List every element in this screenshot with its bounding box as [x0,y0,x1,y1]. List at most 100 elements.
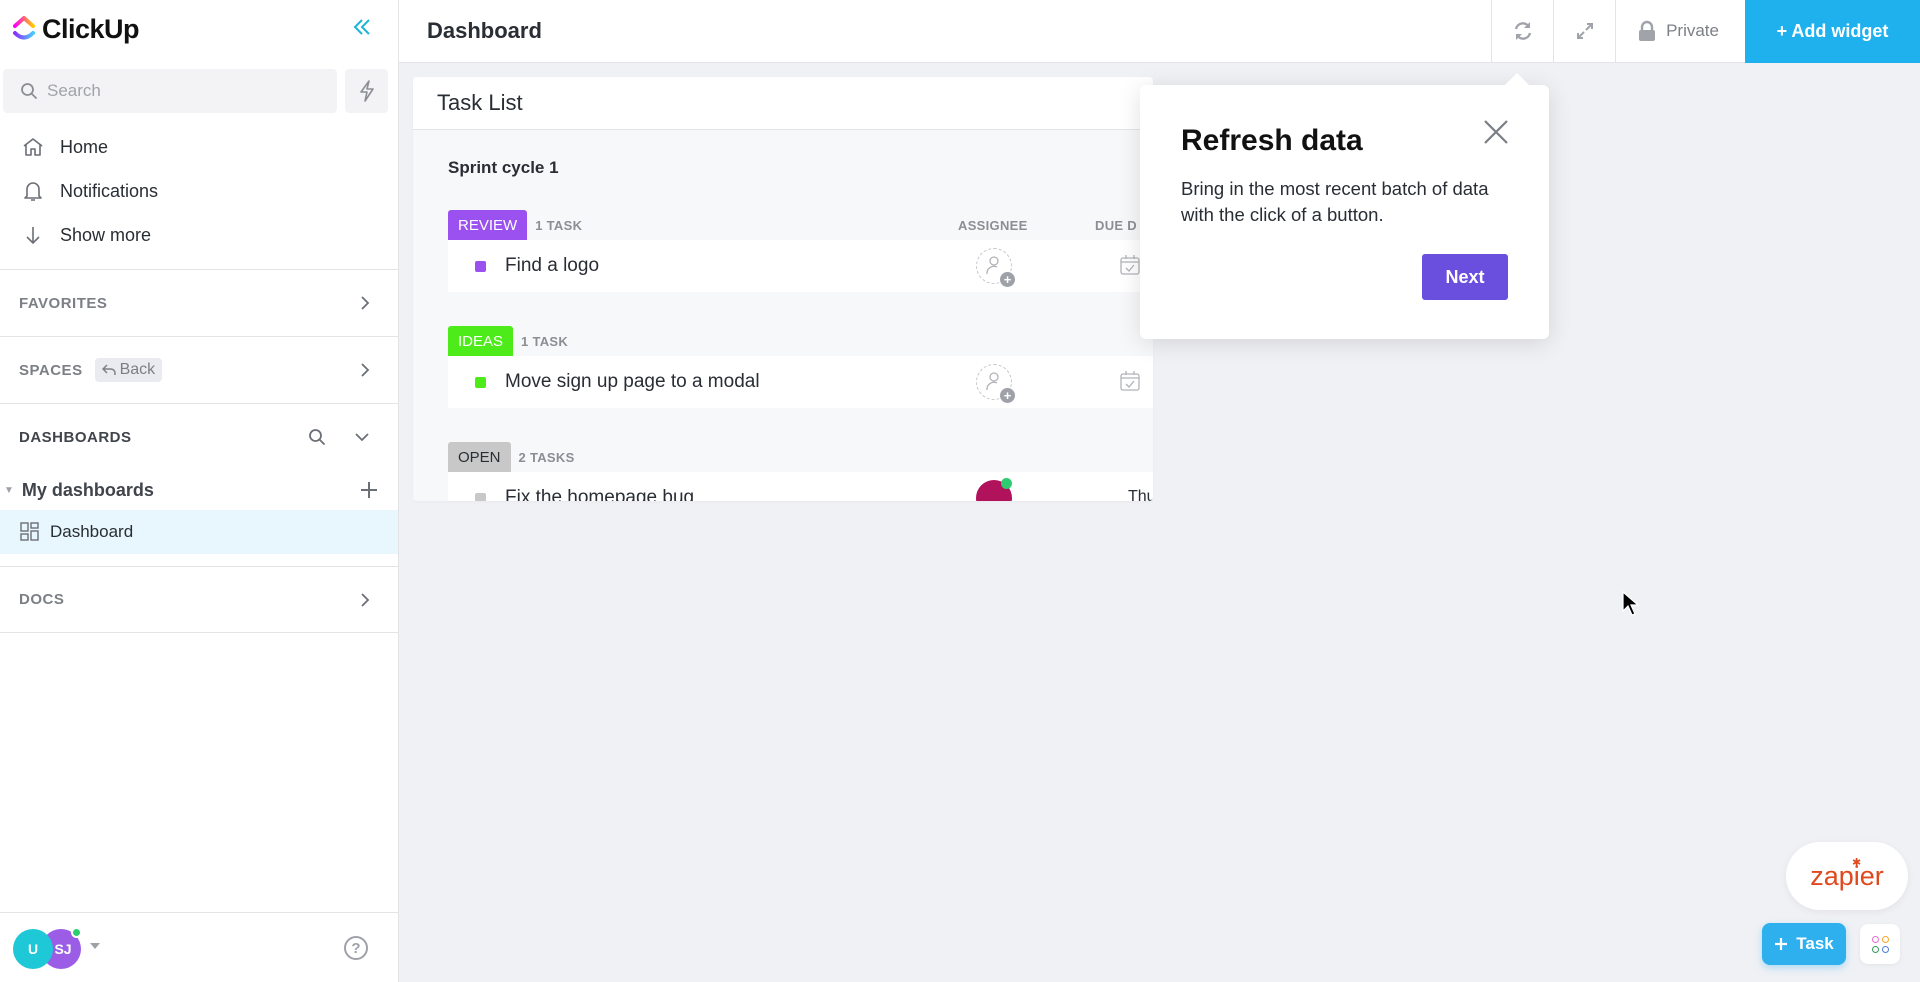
my-dashboards-folder[interactable]: ▼ My dashboards [0,470,398,510]
page-title: Dashboard [427,18,542,43]
logo-row: ClickUp [0,0,398,58]
back-arrow-icon [101,364,116,375]
nav-notifications[interactable]: Notifications [0,169,398,213]
my-dashboards-label: My dashboards [21,479,154,500]
list-name: Sprint cycle 1 [448,158,559,177]
onboarding-tooltip: Refresh data Bring in the most recent ba… [1140,73,1549,339]
status-pill[interactable]: REVIEW [448,210,528,240]
lightning-icon [359,80,374,102]
privacy-label: Private [1666,21,1719,40]
task-name[interactable]: Move sign up page to a modal [505,371,760,393]
new-task-label: Task [1796,934,1834,953]
favorites-section[interactable]: FAVORITES [0,269,398,336]
task-count: 1 TASK [521,334,569,349]
favorites-label: FAVORITES [19,294,108,312]
docs-label: DOCS [19,591,65,608]
online-status-dot [1001,478,1012,489]
nav-home-label: Home [60,136,109,157]
task-status-square[interactable] [475,376,486,388]
nav-home[interactable]: Home [0,125,398,169]
new-task-button[interactable]: Task [1762,923,1846,965]
spaces-section[interactable]: SPACES Back [0,336,398,403]
task-row[interactable]: Find a logo + [448,240,1153,292]
chevron-right-icon[interactable] [360,295,370,311]
task-name[interactable]: Fix the homepage bug [505,487,694,501]
status-group-ideas: IDEAS 1 TASK Move sign up page to a moda… [448,326,1153,408]
sidebar-item-dashboard[interactable]: Dashboard [0,510,398,554]
bell-icon [21,180,45,202]
task-list-widget: Task List Sprint cycle 1 REVIEW 1 TASK A… [413,77,1153,501]
quick-actions-button[interactable] [345,69,388,113]
search-icon [21,83,37,99]
user-menu-caret-icon[interactable] [90,943,100,949]
zapier-logo: zapier [1810,860,1884,891]
close-icon[interactable] [1483,119,1509,150]
back-label: Back [119,361,156,378]
nav-show-more[interactable]: Show more [0,213,398,257]
task-row[interactable]: Move sign up page to a modal + [448,356,1153,408]
status-pill[interactable]: OPEN [448,442,511,472]
task-status-square[interactable] [475,492,486,501]
add-assignee-icon[interactable]: + [976,364,1015,403]
chevron-right-icon[interactable] [360,362,370,378]
status-group-review: REVIEW 1 TASK ASSIGNEE DUE D Find a logo… [448,210,1153,292]
caret-down-icon[interactable]: ▼ [4,485,14,496]
plus-icon [1775,938,1788,950]
task-count: 1 TASK [535,218,583,233]
refresh-button[interactable] [1491,0,1553,63]
zapier-asterisk-icon: ✱ [1852,857,1862,869]
next-button[interactable]: Next [1422,254,1508,300]
search-placeholder: Search [47,81,101,100]
docs-section[interactable]: DOCS [0,566,398,633]
zapier-button[interactable]: zapier ✱ [1786,842,1908,910]
apps-button[interactable] [1860,924,1900,964]
search-dashboards-icon[interactable] [308,428,326,446]
home-icon [21,137,45,157]
nav-notifications-label: Notifications [60,180,159,201]
column-header-assignee: ASSIGNEE [958,218,1028,233]
online-status-dot [71,927,82,938]
dashboards-section: DASHBOARDS [0,403,398,470]
tooltip-title: Refresh data [1181,124,1363,157]
lock-icon [1639,20,1656,41]
privacy-button[interactable]: Private [1615,0,1745,63]
spaces-label: SPACES [19,361,83,379]
status-group-open: OPEN 2 TASKS Fix the homepage bug Thu [448,442,1153,501]
dashboard-item-label: Dashboard [50,522,134,541]
task-name[interactable]: Find a logo [505,255,599,277]
chevron-down-icon[interactable] [354,432,370,442]
column-header-due-date: DUE D [1095,218,1137,233]
add-assignee-icon[interactable]: + [976,248,1015,287]
add-widget-button[interactable]: + Add widget [1745,0,1920,63]
page-header: Dashboard Private + Add widget [399,0,1920,63]
mouse-cursor-icon [1622,591,1640,616]
collapse-sidebar-icon[interactable] [352,16,372,40]
status-pill[interactable]: IDEAS [448,326,514,356]
help-icon[interactable]: ? [344,936,368,960]
apps-grid-icon [1871,935,1889,953]
due-date[interactable]: Thu [1128,488,1153,501]
dashboards-label: DASHBOARDS [19,428,132,446]
task-count: 2 TASKS [518,450,575,465]
expand-icon [1576,23,1593,39]
task-status-square[interactable] [475,260,486,272]
tooltip-body: Bring in the most recent batch of data w… [1181,178,1489,225]
dashboard-grid-icon [20,522,39,541]
task-row[interactable]: Fix the homepage bug Thu [448,472,1153,501]
clickup-logo-icon [12,15,36,43]
arrow-down-icon [21,225,45,245]
widget-title: Task List [413,77,1153,130]
sidebar-footer: U SJ ? [0,912,398,982]
sidebar: ClickUp Search Home Notifications Show m… [0,0,399,982]
chevron-right-icon[interactable] [360,592,370,608]
refresh-icon [1514,22,1531,40]
app-name: ClickUp [42,13,140,44]
nav-show-more-label: Show more [60,224,152,245]
fullscreen-button[interactable] [1553,0,1615,63]
calendar-icon[interactable] [1120,370,1140,392]
add-dashboard-icon[interactable] [360,475,378,506]
back-button[interactable]: Back [94,358,163,382]
workspace-avatar[interactable]: U [13,929,53,969]
calendar-icon[interactable] [1120,254,1140,276]
search-input[interactable]: Search [3,69,337,113]
